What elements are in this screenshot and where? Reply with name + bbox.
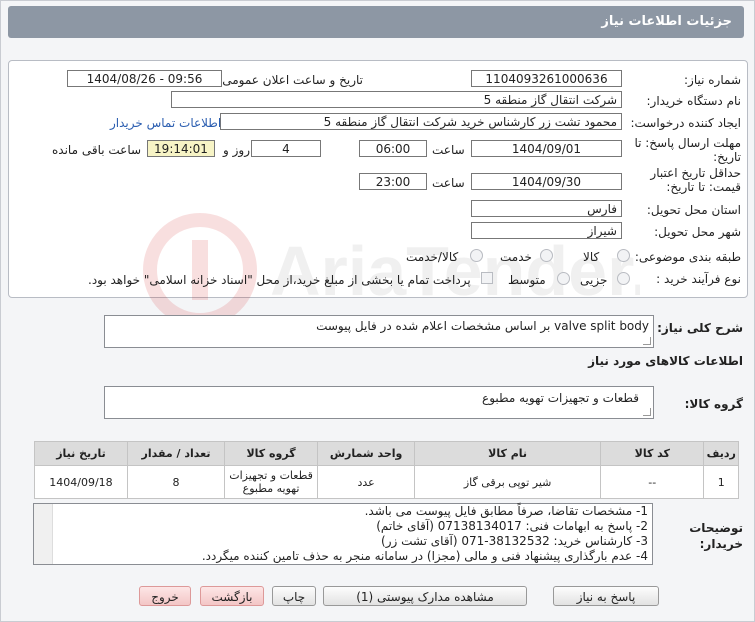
reply-button[interactable]: پاسخ به نیاز: [553, 586, 659, 606]
col-row: ردیف: [703, 441, 739, 466]
col-group: گروه کالا: [224, 441, 319, 466]
days-field: 4: [251, 140, 321, 157]
buyer-notes-label: توضیحات خریدار:: [689, 521, 743, 551]
validity-label: حداقل تاریخ اعتبار قیمت: تا تاریخ:: [650, 166, 741, 194]
attachments-button[interactable]: مشاهده مدارک پیوستی (1): [323, 586, 527, 606]
remaining-label: ساعت باقی مانده: [52, 143, 142, 157]
description-text: valve split body بر اساس مشخصات اعلام شد…: [316, 319, 649, 333]
page-title: جزئیات اطلاعات نیاز: [601, 14, 732, 29]
need-number-field: 1104093261000636: [471, 70, 622, 87]
payment-note: پرداخت تمام یا بخشی از مبلغ خرید،از محل …: [88, 273, 471, 287]
creator-field: محمود تشت زر کارشناس خرید شرکت انتقال گا…: [220, 113, 622, 130]
description-label: شرح کلی نیاز:: [657, 321, 743, 335]
validity-date-field: 1404/09/30: [471, 173, 622, 190]
cell-date: 1404/09/18: [34, 465, 128, 499]
category-radio-service[interactable]: [540, 249, 553, 262]
goods-group-label: گروه کالا:: [684, 397, 743, 411]
cell-group: قطعات و تجهیزات تهویه مطبوع: [224, 465, 319, 499]
province-field: فارس: [471, 200, 622, 217]
category-option-service: خدمت: [500, 250, 532, 264]
category-radio-goods-service[interactable]: [470, 249, 483, 262]
deadline-time-label: ساعت: [432, 143, 465, 157]
process-option-medium: متوسط: [508, 273, 546, 287]
validity-time-label: ساعت: [432, 176, 465, 190]
cell-name: شیر توپی برقی گاز: [414, 465, 602, 499]
back-button[interactable]: بازگشت: [200, 586, 264, 606]
cell-qty: 8: [126, 465, 226, 499]
col-qty: تعداد / مقدار: [126, 441, 226, 466]
cell-row: 1: [703, 465, 739, 499]
process-radio-medium[interactable]: [557, 272, 570, 285]
remaining-time-field: 19:14:01: [147, 140, 215, 157]
deadline-label: مهلت ارسال پاسخ: تا تاریخ:: [634, 136, 741, 164]
process-option-minor: جزیی: [580, 273, 608, 287]
cell-unit: عدد: [317, 465, 416, 499]
exit-button[interactable]: خروج: [139, 586, 191, 606]
category-label: طبقه بندی موضوعی:: [634, 250, 741, 264]
items-table: تاریخ نیاز تعداد / مقدار گروه کالا واحد …: [34, 441, 739, 499]
notes-line-2: 2- پاسخ به ابهامات فنی: 07138134017 (آقا…: [376, 519, 648, 533]
description-box: valve split body بر اساس مشخصات اعلام شد…: [104, 315, 654, 348]
col-code: کد کالا: [600, 441, 705, 466]
process-radio-minor[interactable]: [617, 272, 630, 285]
resize-handle[interactable]: [643, 337, 651, 345]
goods-section-title: اطلاعات کالاهای مورد نیاز: [588, 354, 743, 368]
province-label: استان محل تحویل:: [646, 203, 741, 217]
buyer-org-field: شرکت انتقال گاز منطقه 5: [171, 91, 622, 108]
goods-group-box: قطعات و تجهیزات تهویه مطبوع: [104, 386, 654, 419]
treasury-checkbox[interactable]: [481, 272, 493, 284]
process-label: نوع فرآیند خرید :: [656, 272, 741, 286]
cell-code: --: [600, 465, 705, 499]
city-field: شیراز: [471, 222, 622, 239]
title-bar: جزئیات اطلاعات نیاز: [8, 6, 744, 38]
deadline-time-field: 06:00: [359, 140, 427, 157]
need-number-label: شماره نیاز:: [684, 73, 741, 87]
col-date: تاریخ نیاز: [34, 441, 128, 466]
col-name: نام کالا: [414, 441, 602, 466]
notes-line-1: 1- مشخصات تقاضا، صرفاً مطابق فایل پیوست …: [364, 504, 648, 518]
city-label: شهر محل تحویل:: [654, 225, 741, 239]
days-label: روز و: [223, 143, 250, 157]
buyer-org-label: نام دستگاه خریدار:: [646, 94, 742, 108]
creator-label: ایجاد کننده درخواست:: [630, 116, 741, 130]
table-row[interactable]: 1404/09/18 8 قطعات و تجهیزات تهویه مطبوع…: [34, 465, 739, 499]
notes-line-4: 4- عدم بارگذاری پیشنهاد فنی و مالی (مجزا…: [201, 549, 648, 563]
validity-time-field: 23:00: [359, 173, 427, 190]
contact-info-link[interactable]: اطلاعات تماس خریدار: [110, 116, 221, 130]
table-header-row: تاریخ نیاز تعداد / مقدار گروه کالا واحد …: [34, 441, 739, 466]
goods-group-text: قطعات و تجهیزات تهویه مطبوع: [482, 391, 639, 405]
announce-datetime-field: 1404/08/26 - 09:56: [67, 70, 222, 87]
notes-line-3: 3- کارشناس خرید: 38132532-071 (آقای تشت …: [381, 534, 648, 548]
resize-handle[interactable]: [643, 408, 651, 416]
category-radio-goods[interactable]: [617, 249, 630, 262]
buyer-notes-box: 1- مشخصات تقاضا، صرفاً مطابق فایل پیوست …: [33, 503, 653, 565]
category-option-goods: کالا: [583, 250, 600, 264]
print-button[interactable]: چاپ: [272, 586, 316, 606]
deadline-date-field: 1404/09/01: [471, 140, 622, 157]
notes-scrollbar[interactable]: [34, 504, 53, 564]
announce-label: تاریخ و ساعت اعلان عمومی:: [218, 73, 363, 87]
category-option-goods-service: کالا/خدمت: [406, 250, 459, 264]
col-unit: واحد شمارش: [317, 441, 416, 466]
